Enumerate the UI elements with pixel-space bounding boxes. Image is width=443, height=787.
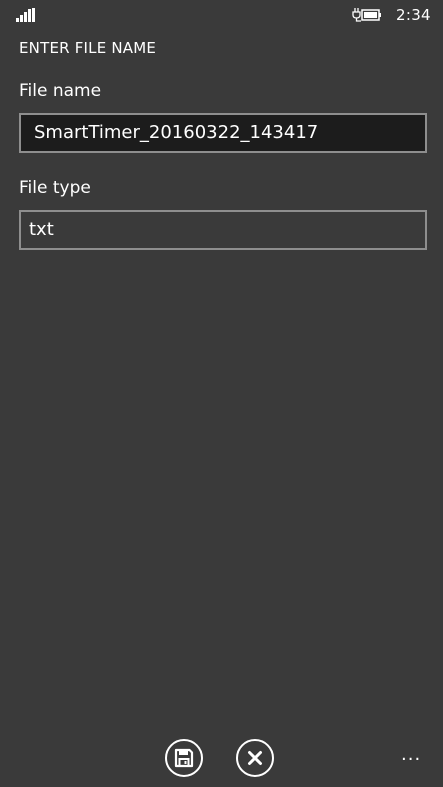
signal-strength-icon <box>16 8 35 22</box>
file-name-value: SmartTimer_20160322_143417 <box>34 122 319 143</box>
file-type-input[interactable]: txt <box>19 210 427 250</box>
page-title: ENTER FILE NAME <box>19 39 157 57</box>
cancel-button[interactable] <box>236 739 274 777</box>
file-type-value: txt <box>29 219 54 240</box>
cancel-icon <box>248 751 262 765</box>
save-icon <box>174 748 194 768</box>
app-bar: ... <box>0 730 443 787</box>
battery-charging-icon <box>352 8 381 22</box>
file-type-label: File type <box>19 178 91 198</box>
status-clock: 2:34 <box>396 6 431 24</box>
file-name-input[interactable]: SmartTimer_20160322_143417 <box>19 113 427 153</box>
file-name-label: File name <box>19 81 102 101</box>
save-button[interactable] <box>165 739 203 777</box>
more-options-button[interactable]: ... <box>401 744 421 765</box>
status-bar: 2:34 <box>0 0 443 30</box>
